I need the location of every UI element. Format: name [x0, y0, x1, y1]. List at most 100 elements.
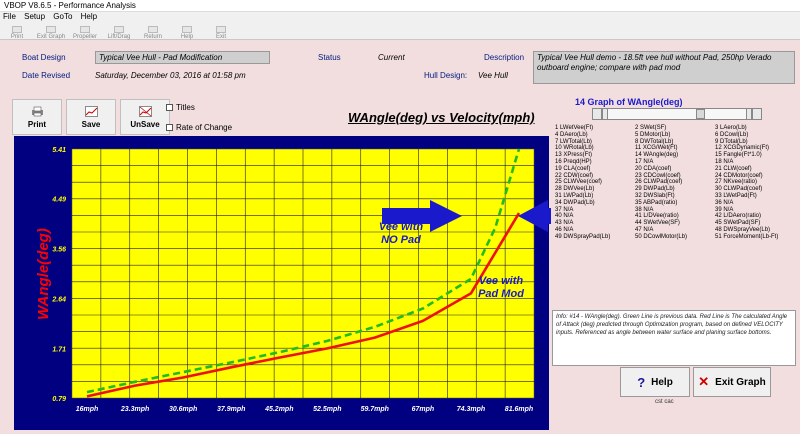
scroll-thumb[interactable]	[696, 109, 705, 119]
graph-list-item[interactable]: 5 DMotor(Lb)	[635, 132, 715, 139]
x-tick-label: 67mph	[412, 406, 435, 413]
propeller-icon	[80, 26, 90, 33]
print-button[interactable]: Print	[12, 99, 62, 135]
graph-list-item[interactable]: 8 DWTotal(Lb)	[635, 139, 715, 146]
graph-list-item[interactable]: 1 LWetVee(Ft)	[555, 125, 635, 132]
window-title: VBOP V8.6.5 - Performance Analysis	[4, 1, 136, 10]
question-icon: ?	[637, 374, 646, 390]
graph-list-item[interactable]: 50 DCowlMotor(Lb)	[635, 234, 715, 241]
scroll-right-button[interactable]	[752, 108, 762, 120]
graph-list-item[interactable]: 19 CLA(coef)	[555, 166, 635, 173]
graph-list-item[interactable]: 29 DWPad(Lb)	[635, 186, 715, 193]
graph-list-item[interactable]: 25 CLWVee(coef)	[555, 179, 635, 186]
graph-list-item[interactable]: 4 DAero(Lb)	[555, 132, 635, 139]
boat-design-label: Boat Design	[22, 53, 66, 62]
toolbar-exit-button[interactable]: Exit	[204, 22, 238, 40]
description-field[interactable]: Typical Vee Hull demo - 18.5ft vee hull …	[533, 51, 795, 84]
graph-list-item[interactable]: 41 L/DVee(ratio)	[635, 213, 715, 220]
graph-list-item[interactable]: 23 CDCowl(coef)	[635, 173, 715, 180]
menu-setup[interactable]: Setup	[24, 12, 45, 21]
toolbar-print-button[interactable]: Print	[0, 22, 34, 40]
graph-list-item[interactable]: 30 CLWPad(coef)	[715, 186, 795, 193]
graph-list-item[interactable]: 2 SWet(SF)	[635, 125, 715, 132]
graph-list-item[interactable]: 12 XCGDynamic(Ft)	[715, 145, 795, 152]
exit-graph-button[interactable]: ✕ Exit Graph	[693, 367, 771, 397]
graph-list-item[interactable]: 16 Preqd(HP)	[555, 159, 635, 166]
x-tick-label: 59.7mph	[361, 406, 389, 413]
save-button[interactable]: Save	[66, 99, 116, 135]
graph-list: 1 LWetVee(Ft) 2 SWet(SF) 3 LAero(Lb) 4 DAer…	[555, 125, 795, 241]
graph-list-item[interactable]: 34 DWPad(Lb)	[555, 200, 635, 207]
graph-list-item[interactable]: 7 LWTotal(Lb)	[555, 139, 635, 146]
graph-list-item[interactable]: 51 ForceMoment(Lb-Ft)	[715, 234, 795, 241]
annotation-no-pad-line2: NO Pad	[381, 234, 421, 246]
title-bar: VBOP V8.6.5 - Performance Analysis	[0, 0, 800, 12]
graph-list-item[interactable]: 42 L/DAero(ratio)	[715, 213, 795, 220]
toolbar-exit-graph-label: Exit Graph	[36, 34, 66, 40]
help-button[interactable]: ? Help	[620, 367, 690, 397]
titles-checkbox-box[interactable]	[166, 104, 173, 111]
rate-checkbox-label: Rate of Change	[176, 123, 233, 132]
info-text-box: Info: #14 - WAngle(deg). Green Line is p…	[552, 310, 796, 366]
toolbar-help-button[interactable]: Help	[170, 22, 204, 40]
graph-list-item[interactable]: 40 N/A	[555, 213, 635, 220]
graph-list-item[interactable]: 17 N/A	[635, 159, 715, 166]
rate-of-change-checkbox[interactable]: Rate of Change	[166, 123, 232, 132]
y-tick-label: 5.41	[52, 147, 66, 154]
graph-list-item[interactable]: 44 SWetVee(SF)	[635, 220, 715, 227]
graph-list-item[interactable]: 21 CLW(coef)	[715, 166, 795, 173]
graph-list-item[interactable]: 14 WAngle(deg)	[635, 152, 715, 159]
graph-list-item[interactable]: 45 SWetPad(SF)	[715, 220, 795, 227]
graph-list-item[interactable]: 28 DWVee(Lb)	[555, 186, 635, 193]
scroll-left-button[interactable]	[592, 108, 602, 120]
toolbar-propeller-button[interactable]: Propeller	[68, 22, 102, 40]
graph-list-item[interactable]: 39 N/A	[715, 207, 795, 214]
x-tick-label: 81.6mph	[505, 406, 533, 413]
graph-list-item[interactable]: 13 XPress(Ft)	[555, 152, 635, 159]
graph-list-item[interactable]: 46 N/A	[555, 227, 635, 234]
graph-list-item[interactable]: 33 LWetPad(Ft)	[715, 193, 795, 200]
graph-list-item[interactable]: 18 N/A	[715, 159, 795, 166]
y-tick-label: 0.79	[52, 396, 66, 403]
graph-list-item[interactable]: 43 N/A	[555, 220, 635, 227]
graph-list-item[interactable]: 24 CDMotor(coef)	[715, 173, 795, 180]
graph-list-item[interactable]: 48 DWSprayVee(Lb)	[715, 227, 795, 234]
scroll-track[interactable]	[608, 108, 746, 120]
toolbar-return-button[interactable]: Return	[136, 22, 170, 40]
toolbar-exit-graph-button[interactable]: Exit Graph	[34, 22, 68, 40]
date-revised-value: Saturday, December 03, 2016 at 01:58 pm	[95, 71, 246, 80]
graph-list-item[interactable]: 31 LWPad(Lb)	[555, 193, 635, 200]
graph-list-item[interactable]: 49 DWSprayPad(Lb)	[555, 234, 635, 241]
graph-list-item[interactable]: 37 N/A	[555, 207, 635, 214]
graph-list-item[interactable]: 22 CDW(coef)	[555, 173, 635, 180]
graph-selector-scrollbar[interactable]	[592, 108, 762, 120]
graph-list-item[interactable]: 27 NKvee(ratio)	[715, 179, 795, 186]
graph-list-item[interactable]: 10 WRotal(Lb)	[555, 145, 635, 152]
graph-list-item[interactable]: 3 LAero(Lb)	[715, 125, 795, 132]
graph-list-item[interactable]: 9 DTotal(Lb)	[715, 139, 795, 146]
graph-list-item[interactable]: 38 N/A	[635, 207, 715, 214]
graph-list-item[interactable]: 26 CLWPad(coef)	[635, 179, 715, 186]
menu-goto[interactable]: GoTo	[53, 12, 72, 21]
boat-design-field[interactable]: Typical Vee Hull - Pad Modification	[95, 51, 270, 64]
hull-design-value: Vee Hull	[478, 71, 508, 80]
graph-list-item[interactable]: 20 CDA(coef)	[635, 166, 715, 173]
graph-list-item[interactable]: 6 DCowl(Lb)	[715, 132, 795, 139]
toolbar-print-label: Print	[10, 34, 24, 40]
graph-list-item[interactable]: 36 N/A	[715, 200, 795, 207]
rate-checkbox-box[interactable]	[166, 124, 173, 131]
graph-list-item[interactable]: 32 DWSlab(Ft)	[635, 193, 715, 200]
x-tick-label: 52.5mph	[313, 406, 341, 413]
graph-list-item[interactable]: 35 ABPad(ratio)	[635, 200, 715, 207]
graph-selector-heading: 14 Graph of WAngle(deg)	[575, 97, 683, 107]
menu-help[interactable]: Help	[81, 12, 97, 21]
hull-design-label: Hull Design:	[424, 71, 468, 80]
exit-icon	[216, 26, 226, 33]
graph-list-item[interactable]: 47 N/A	[635, 227, 715, 234]
graph-list-item[interactable]: 15 Fangle(Ft*1.0)	[715, 152, 795, 159]
graph-list-item[interactable]: 11 XCG/Wet(Ft)	[635, 145, 715, 152]
toolbar-liftdrag-button[interactable]: Lift/Drag	[102, 22, 136, 40]
unsave-button[interactable]: UnSave	[120, 99, 170, 135]
titles-checkbox[interactable]: Titles	[166, 103, 195, 112]
menu-file[interactable]: File	[3, 12, 16, 21]
